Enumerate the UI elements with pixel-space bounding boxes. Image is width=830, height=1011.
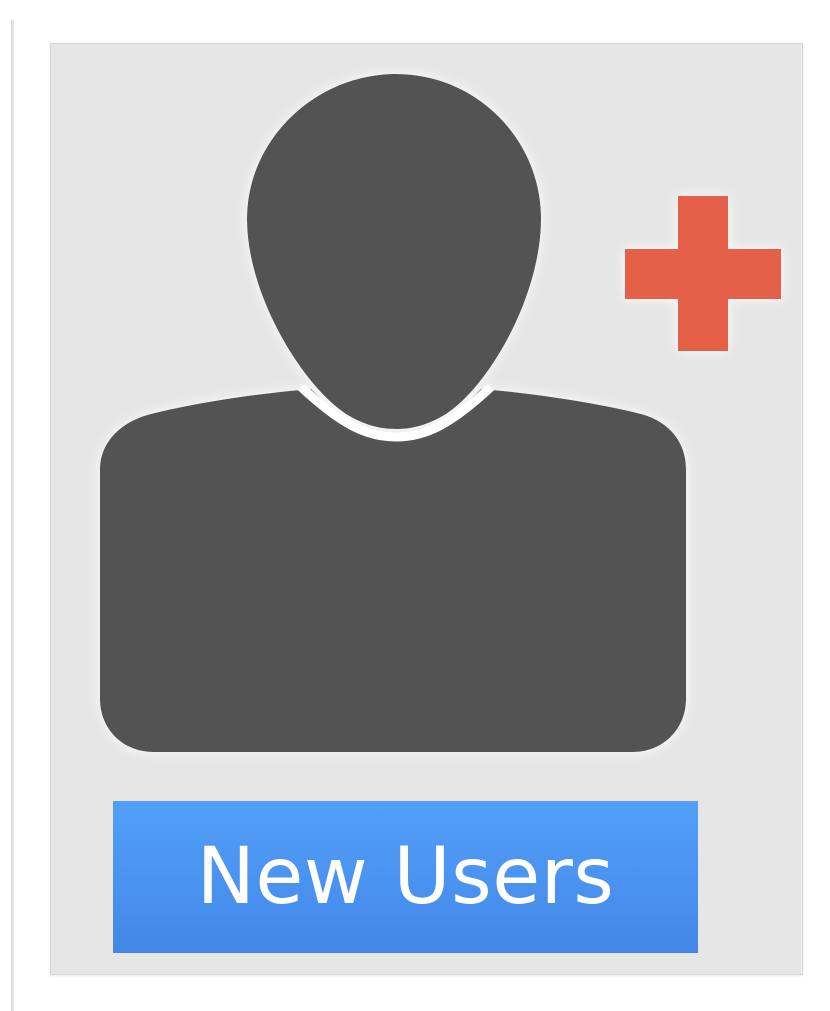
new-users-tile[interactable]: New Users bbox=[50, 43, 803, 975]
plus-icon bbox=[625, 196, 781, 351]
user-body-shape bbox=[100, 389, 686, 752]
new-users-label[interactable]: New Users bbox=[113, 801, 698, 953]
user-head-shape bbox=[247, 74, 541, 429]
window-left-border bbox=[11, 20, 14, 1011]
